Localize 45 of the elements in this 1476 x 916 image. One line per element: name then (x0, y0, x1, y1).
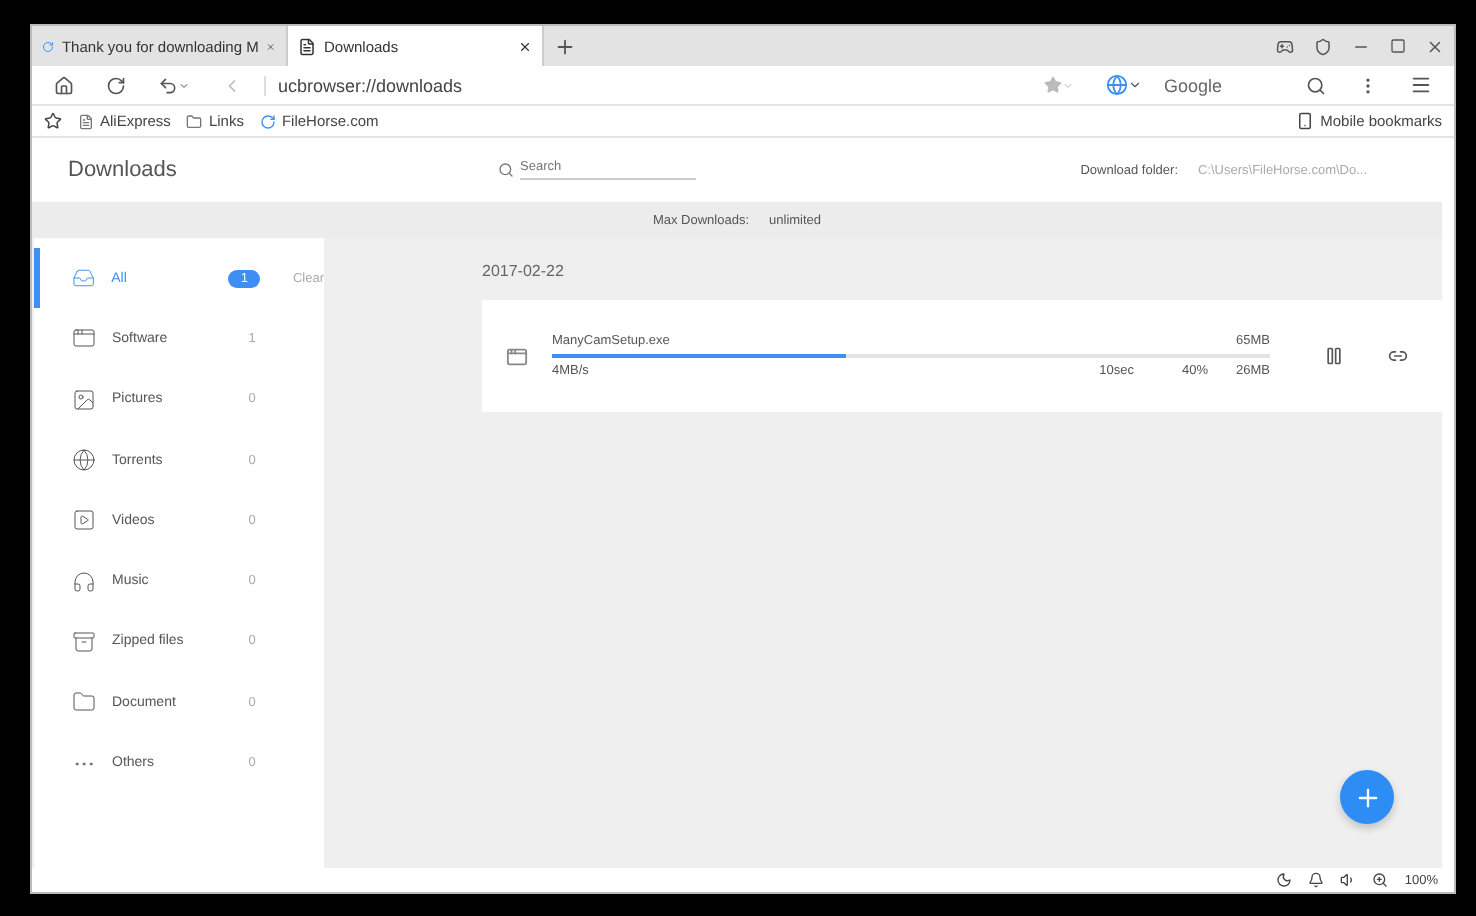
page-title: Downloads (68, 158, 179, 182)
shield-icon (1314, 37, 1332, 55)
moon-icon[interactable] (1276, 872, 1293, 888)
search-engine-name: Google (1164, 75, 1225, 95)
date-heading: 2017-02-22 (482, 262, 566, 280)
maximize-icon (1390, 38, 1406, 54)
window-icon (72, 326, 96, 351)
tray-icon (72, 266, 96, 291)
image-icon (72, 387, 96, 412)
menu-icon (1410, 74, 1432, 96)
plus-icon (554, 35, 576, 57)
star-icon[interactable] (44, 112, 62, 130)
circle-arrow-icon (42, 37, 54, 55)
add-button[interactable] (1340, 770, 1394, 824)
page-icon (298, 37, 316, 55)
close-icon (1426, 37, 1444, 55)
undo-icon (158, 75, 178, 95)
caret-icon (1128, 78, 1142, 92)
globe-icon (1106, 74, 1128, 96)
caret-icon (1062, 79, 1074, 91)
star-icon (1044, 76, 1062, 94)
circle-arrow-icon (259, 113, 276, 129)
zoom-icon[interactable] (1372, 872, 1389, 888)
file-icon (506, 345, 528, 367)
speaker-icon[interactable] (1340, 872, 1357, 888)
search-icon (498, 162, 514, 178)
bell-icon[interactable] (1308, 872, 1325, 888)
gamepad-icon (1276, 37, 1294, 55)
search-icon (1306, 75, 1326, 95)
pause-icon (1324, 346, 1344, 366)
home-icon (54, 75, 74, 95)
folder-icon (72, 690, 96, 715)
archive-icon (72, 629, 96, 654)
close-icon[interactable] (518, 39, 532, 53)
reload-icon (106, 75, 126, 95)
folder-icon (186, 113, 203, 129)
link-icon (1388, 346, 1408, 366)
play-icon (72, 508, 96, 533)
caret-icon (178, 79, 190, 91)
phone-icon (1296, 112, 1315, 130)
plus-icon (1353, 783, 1381, 811)
headphones-icon (72, 569, 96, 594)
globe-icon (72, 448, 96, 473)
address-field[interactable]: ucbrowser://downloads (264, 75, 1022, 95)
page-icon (78, 113, 94, 129)
